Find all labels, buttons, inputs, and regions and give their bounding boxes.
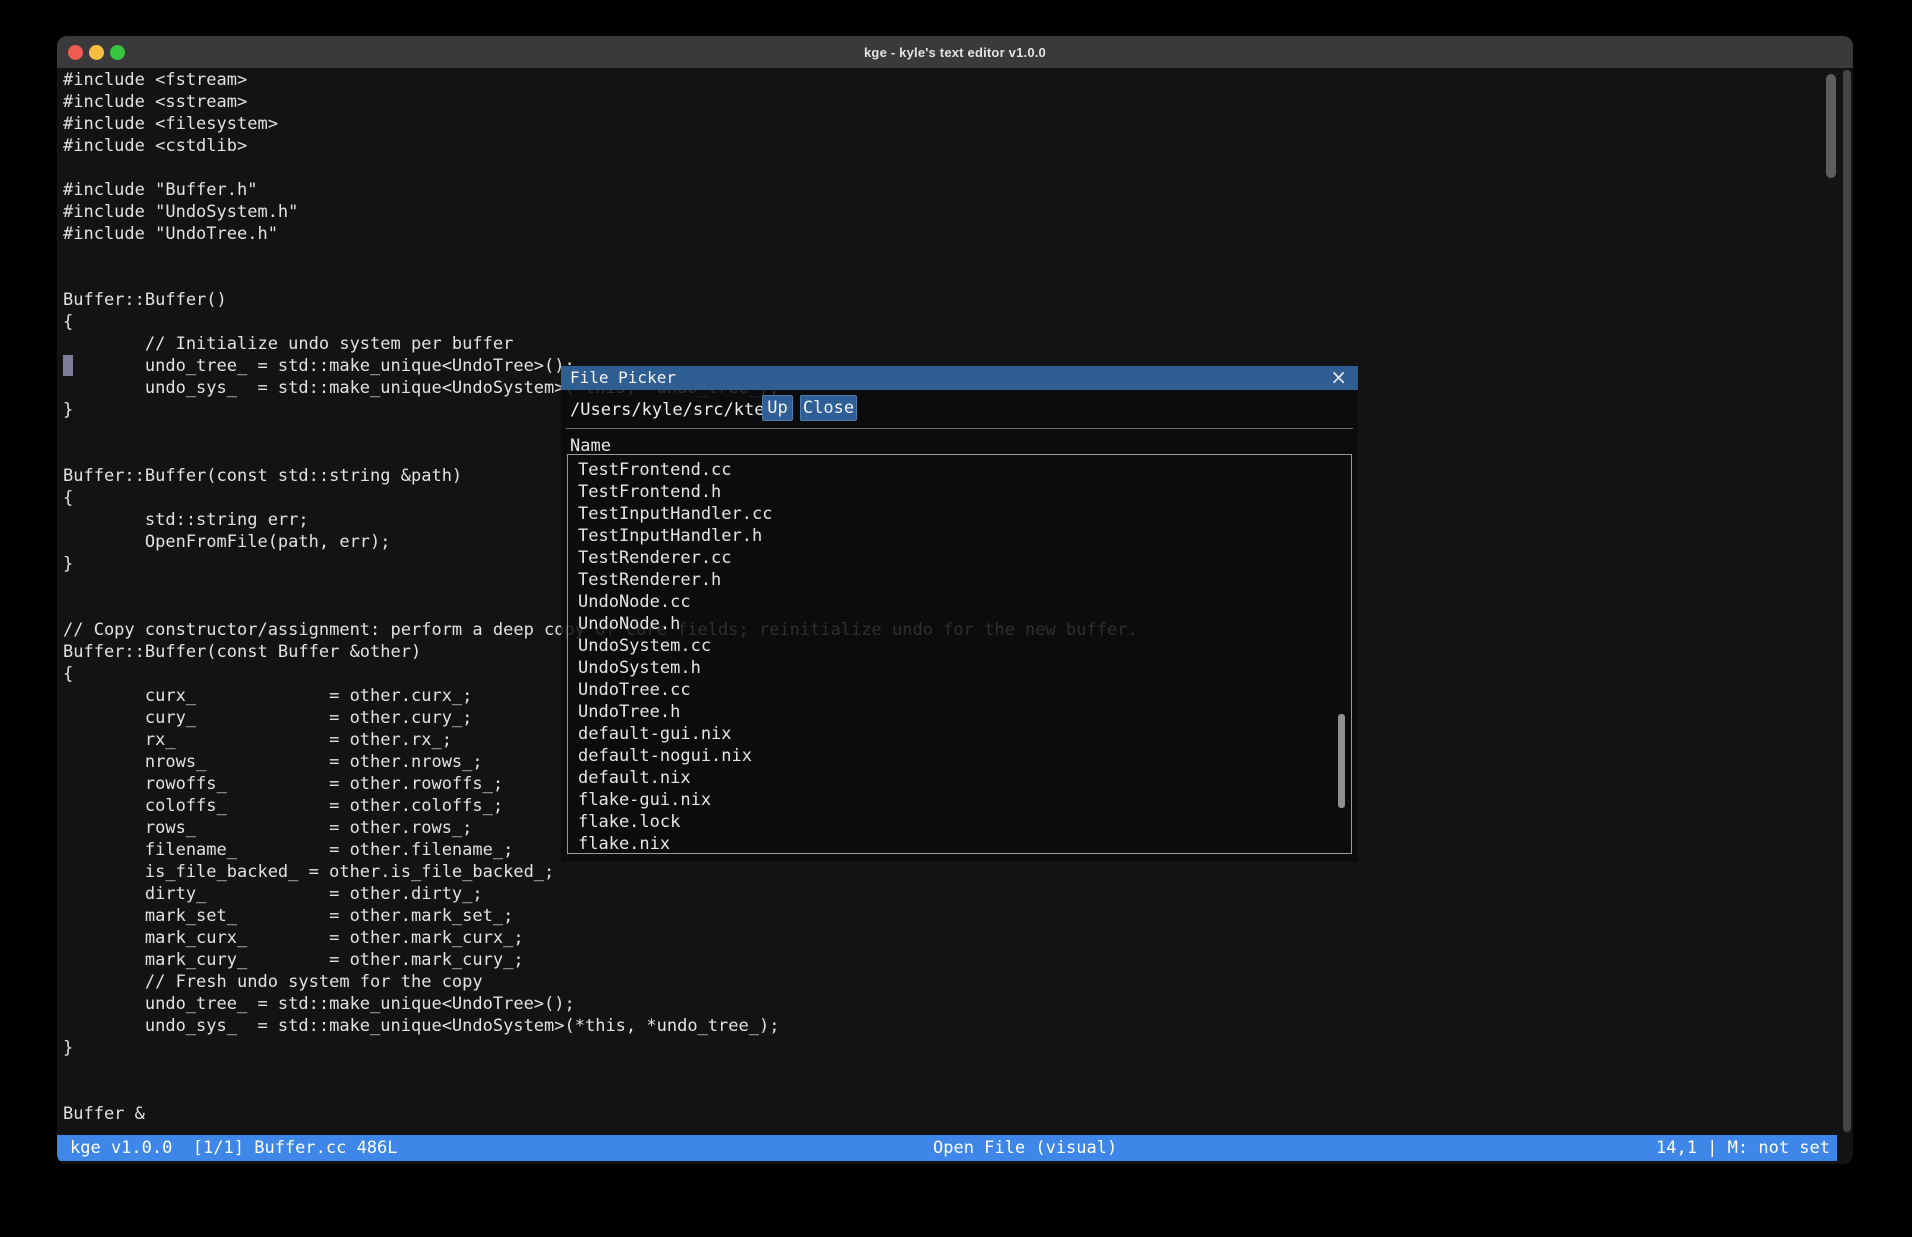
editor-window: kge - kyle's text editor v1.0.0 #include…	[57, 36, 1853, 1164]
code-line: undo_tree_ = std::make_unique<UndoTree>(…	[63, 993, 1833, 1015]
code-line: #include "UndoTree.h"	[63, 223, 1833, 245]
file-list-item[interactable]: default-gui.nix	[568, 723, 1351, 745]
code-line: {	[63, 311, 1833, 333]
status-file-info: kge v1.0.0 [1/1] Buffer.cc 486L	[70, 1135, 398, 1161]
code-line: mark_cury_ = other.mark_cury_;	[63, 949, 1833, 971]
code-line: Buffer::Buffer()	[63, 289, 1833, 311]
window-title: kge - kyle's text editor v1.0.0	[864, 45, 1046, 60]
window-titlebar: kge - kyle's text editor v1.0.0	[57, 36, 1853, 68]
code-line: #include <fstream>	[63, 69, 1833, 91]
file-list-item[interactable]: UndoNode.h	[568, 613, 1351, 635]
code-line: dirty_ = other.dirty_;	[63, 883, 1833, 905]
close-button[interactable]: Close	[800, 395, 857, 421]
code-line: // Initialize undo system per buffer	[63, 333, 1833, 355]
code-line: // Fresh undo system for the copy	[63, 971, 1833, 993]
code-line	[63, 1081, 1833, 1103]
file-list-item[interactable]: TestFrontend.cc	[568, 459, 1351, 481]
code-line: #include <sstream>	[63, 91, 1833, 113]
file-list-item[interactable]: UndoSystem.h	[568, 657, 1351, 679]
status-bar: kge v1.0.0 [1/1] Buffer.cc 486L Open Fil…	[57, 1135, 1837, 1161]
file-list-item[interactable]: TestFrontend.h	[568, 481, 1351, 503]
close-window-button[interactable]	[68, 45, 83, 60]
up-button[interactable]: Up	[762, 395, 793, 421]
code-line: #include "UndoSystem.h"	[63, 201, 1833, 223]
file-list-item[interactable]: TestInputHandler.h	[568, 525, 1351, 547]
code-line: is_file_backed_ = other.is_file_backed_;	[63, 861, 1833, 883]
file-list-items: TestFrontend.ccTestFrontend.hTestInputHa…	[568, 459, 1351, 854]
file-list-item[interactable]: flake.lock	[568, 811, 1351, 833]
file-list-item[interactable]: UndoTree.h	[568, 701, 1351, 723]
dialog-separator	[566, 428, 1353, 429]
code-line: mark_curx_ = other.mark_curx_;	[63, 927, 1833, 949]
editor-scrollbar-track[interactable]	[1843, 70, 1851, 1132]
status-mode: Open File (visual)	[933, 1135, 1117, 1161]
code-line	[63, 267, 1833, 289]
file-picker-title: File Picker	[570, 366, 676, 390]
traffic-lights	[68, 36, 125, 68]
code-line	[63, 1059, 1833, 1081]
file-list-item[interactable]: flake-gui.nix	[568, 789, 1351, 811]
file-list-item[interactable]: default-nogui.nix	[568, 745, 1351, 767]
minimize-window-button[interactable]	[89, 45, 104, 60]
file-picker-titlebar[interactable]: File Picker ×	[561, 366, 1358, 390]
code-line: }	[63, 1037, 1833, 1059]
file-list-item[interactable]: UndoNode.cc	[568, 591, 1351, 613]
file-list-item[interactable]: TestRenderer.cc	[568, 547, 1351, 569]
code-line: #include <cstdlib>	[63, 135, 1833, 157]
file-list[interactable]: TestFrontend.ccTestFrontend.hTestInputHa…	[567, 454, 1352, 854]
close-icon[interactable]: ×	[1330, 366, 1347, 390]
file-list-scrollbar-thumb[interactable]	[1338, 714, 1345, 808]
file-list-item[interactable]: default.nix	[568, 767, 1351, 789]
code-line: #include <filesystem>	[63, 113, 1833, 135]
code-line: #include "Buffer.h"	[63, 179, 1833, 201]
file-list-item[interactable]: TestRenderer.h	[568, 569, 1351, 591]
code-line: Buffer &	[63, 1103, 1833, 1125]
file-list-item[interactable]: TestInputHandler.cc	[568, 503, 1351, 525]
status-cursor-position: 14,1 | M: not set	[1656, 1135, 1830, 1161]
code-line	[63, 245, 1833, 267]
code-line	[63, 157, 1833, 179]
file-list-item[interactable]: flake.nix	[568, 833, 1351, 854]
file-list-item[interactable]: UndoSystem.cc	[568, 635, 1351, 657]
text-cursor	[63, 355, 73, 376]
code-line: undo_sys_ = std::make_unique<UndoSystem>…	[63, 1015, 1833, 1037]
current-path-label: /Users/kyle/src/kte	[570, 398, 764, 422]
editor-scrollbar-thumb[interactable]	[1826, 74, 1836, 178]
file-list-item[interactable]: UndoTree.cc	[568, 679, 1351, 701]
file-picker-dialog: File Picker × /Users/kyle/src/kte Up Clo…	[561, 366, 1358, 862]
code-line: mark_set_ = other.mark_set_;	[63, 905, 1833, 927]
screen: kge - kyle's text editor v1.0.0 #include…	[0, 0, 1912, 1237]
zoom-window-button[interactable]	[110, 45, 125, 60]
